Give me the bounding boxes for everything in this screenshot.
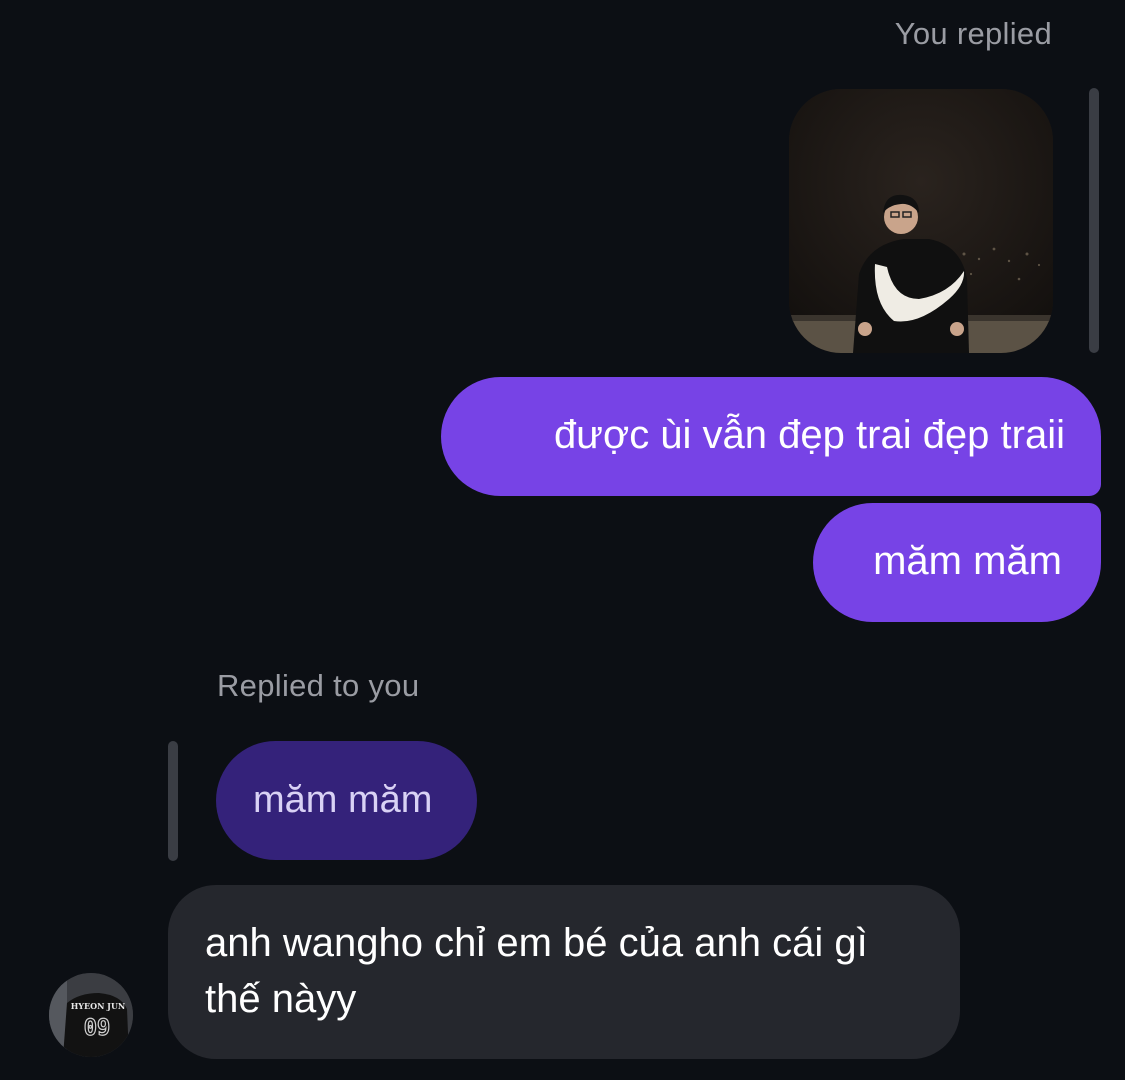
- reply-quote-bar: [1089, 88, 1099, 353]
- you-replied-label: You replied: [894, 16, 1052, 51]
- outgoing-message-1[interactable]: được ùi vẫn đẹp trai đẹp traii: [441, 377, 1101, 496]
- sender-avatar[interactable]: HYEON JUN 09: [49, 973, 133, 1057]
- avatar-image: HYEON JUN 09: [49, 973, 133, 1057]
- incoming-message[interactable]: anh wangho chỉ em bé của anh cái gì thế …: [168, 885, 960, 1059]
- avatar-name-text: HYEON JUN: [71, 1001, 126, 1011]
- outgoing-message-2[interactable]: măm măm: [813, 503, 1101, 622]
- photo-image: [789, 89, 1053, 353]
- avatar-number-text: 09: [84, 1016, 111, 1041]
- quoted-message[interactable]: măm măm: [216, 741, 477, 860]
- replied-to-you-label: Replied to you: [217, 668, 420, 703]
- reply-quote-bar: [168, 741, 178, 861]
- chat-screen: You replied được ùi vẫn đẹp trai đẹp tra…: [0, 0, 1125, 1080]
- replied-photo[interactable]: [789, 89, 1053, 353]
